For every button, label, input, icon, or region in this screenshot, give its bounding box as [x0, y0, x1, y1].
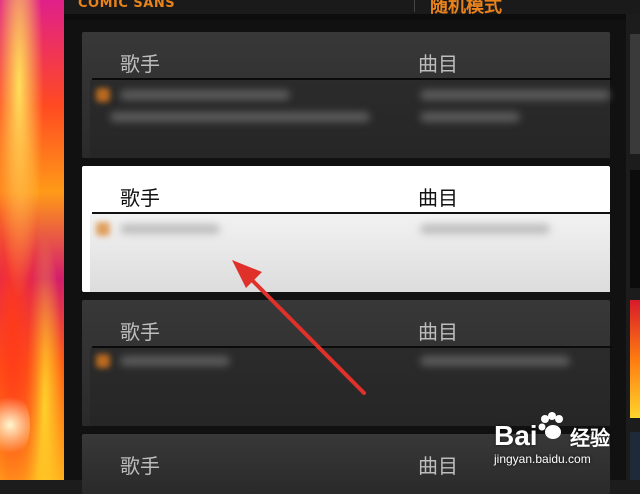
column-header-artist: 歌手	[120, 52, 160, 76]
column-header-track: 曲目	[418, 186, 458, 210]
artist-text-blurred	[120, 356, 230, 366]
track-text-blurred	[420, 112, 520, 122]
list-card[interactable]: 歌手 曲目	[82, 300, 612, 426]
track-text-blurred	[420, 224, 550, 234]
watermark-brand: Bai	[494, 420, 538, 451]
artist-text-blurred	[120, 90, 290, 100]
track-text-blurred	[420, 90, 610, 100]
column-header-track: 曲目	[418, 52, 458, 76]
item-icon	[96, 88, 110, 102]
list-top-edge	[64, 14, 626, 20]
right-thumbnail[interactable]	[630, 34, 640, 154]
artist-text-blurred	[120, 224, 220, 234]
column-header-artist: 歌手	[120, 454, 160, 478]
art-highlight	[0, 390, 30, 460]
header-divider	[414, 0, 415, 12]
column-header-track: 曲目	[418, 454, 458, 478]
list-item[interactable]	[90, 214, 610, 292]
album-art-strip	[0, 0, 64, 480]
baidu-watermark: Bai du 经验 jingyan.baidu.com	[486, 410, 640, 480]
column-header-artist: 歌手	[120, 320, 160, 344]
column-header-artist: 歌手	[120, 186, 160, 210]
item-icon	[96, 222, 110, 236]
font-label[interactable]: COMIC SANS	[78, 0, 175, 11]
right-thumbnail[interactable]	[630, 170, 640, 288]
track-text-blurred	[420, 356, 570, 366]
watermark-url: jingyan.baidu.com	[494, 452, 591, 466]
artist-text-blurred	[110, 112, 370, 122]
list-item[interactable]	[90, 80, 610, 158]
list-card[interactable]: 歌手 曲目	[82, 32, 612, 158]
paw-icon	[538, 412, 563, 439]
item-icon	[96, 354, 110, 368]
header-bar: COMIC SANS 随机模式	[64, 0, 640, 17]
list-card-selected[interactable]: 歌手 曲目	[82, 166, 612, 292]
right-thumbnail[interactable]	[630, 300, 640, 418]
watermark-cn: 经验	[570, 426, 610, 450]
column-header-track: 曲目	[418, 320, 458, 344]
